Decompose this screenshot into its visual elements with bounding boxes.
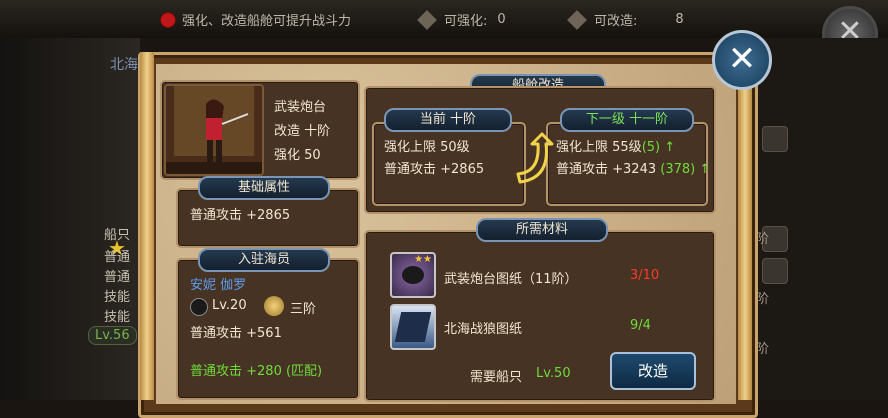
frame-pole-right xyxy=(738,52,752,400)
bg-row: 技能 xyxy=(104,290,131,305)
gear-icon xyxy=(762,126,788,152)
unit-enhance-level: 强化 50 xyxy=(274,148,321,163)
bomb-icon xyxy=(190,298,208,316)
crew-title: 入驻海员 xyxy=(198,248,330,272)
hint-tip: 强化、改造船舱可提升战斗力 xyxy=(160,10,351,29)
can-enhance-stat: 可强化: 0 xyxy=(417,9,506,30)
current-title: 当前 十阶 xyxy=(384,108,512,132)
bg-ship-name: 北海 xyxy=(110,57,138,73)
can-modify-stat: 可改造: 8 xyxy=(567,9,684,30)
materials-title: 所需材料 xyxy=(476,218,608,242)
close-button[interactable]: ✕ xyxy=(712,30,772,90)
bg-level-badge: Lv.56 xyxy=(88,326,137,345)
next-title: 下一级 十一阶 xyxy=(560,108,694,132)
alert-icon xyxy=(160,11,176,28)
can-modify-label: 可改造: xyxy=(594,14,638,29)
up-arrow-icon: ↑ xyxy=(699,162,711,177)
bg-row: 普通 xyxy=(104,250,131,265)
current-attack: 普通攻击 +2865 xyxy=(384,162,485,177)
character-image xyxy=(166,86,262,174)
background-left-panel: ★ 船只 普通 普通 技能 技能 xyxy=(0,38,140,400)
hammer-icon xyxy=(417,9,437,30)
hint-text: 强化、改造船舱可提升战斗力 xyxy=(182,14,352,29)
crew-match-attack: 普通攻击 +280 (匹配) xyxy=(190,364,323,379)
crew-rank: 三阶 xyxy=(290,302,317,317)
next-limit: 强化上限 55级 xyxy=(556,140,642,155)
base-attr-title: 基础属性 xyxy=(198,176,330,200)
base-attack: 普通攻击 +2865 xyxy=(190,208,291,223)
gem-icon xyxy=(762,258,788,284)
can-modify-value: 8 xyxy=(675,12,684,27)
rank-medal-icon xyxy=(264,296,284,316)
required-ship-level: Lv.50 xyxy=(536,366,571,381)
material-name: 武装炮台图纸（11阶） xyxy=(444,272,578,287)
frame-pole-left xyxy=(140,52,154,400)
unit-name: 武装炮台 xyxy=(274,100,327,115)
material-name: 北海战狼图纸 xyxy=(444,322,523,337)
up-arrow-icon: ↑ xyxy=(664,140,676,155)
next-attack: 普通攻击 +3243 xyxy=(556,162,657,177)
can-enhance-label: 可强化: xyxy=(444,14,488,29)
blueprint-icon xyxy=(567,9,587,30)
cannon-blueprint-icon[interactable]: ★★ xyxy=(390,252,436,298)
material-count: 9/4 xyxy=(630,318,651,333)
next-attack-delta: (378) xyxy=(660,162,696,177)
next-attack-row: 普通攻击 +3243 (378) ↑ xyxy=(556,158,710,177)
crew-level: Lv.20 xyxy=(212,298,247,313)
required-ship-label: 需要船只 xyxy=(470,370,523,385)
current-limit: 强化上限 50级 xyxy=(384,140,470,155)
background-right-panel: 阶 阶 阶 xyxy=(752,38,888,400)
material-count: 3/10 xyxy=(630,268,660,283)
next-limit-delta: (5) xyxy=(641,140,661,155)
unit-portrait xyxy=(164,84,264,176)
bg-row: 船只 xyxy=(104,228,131,243)
modify-button[interactable]: 改造 xyxy=(610,352,696,390)
bg-row: 普通 xyxy=(104,270,131,285)
bg-row: 技能 xyxy=(104,310,131,325)
wolf-ship-blueprint-icon[interactable] xyxy=(390,304,436,350)
next-limit-row: 强化上限 55级(5) ↑ xyxy=(556,136,675,155)
upgrade-arrow-icon xyxy=(516,132,554,184)
crew-attack: 普通攻击 +561 xyxy=(190,326,282,341)
crew-name: 安妮 伽罗 xyxy=(190,278,247,293)
can-enhance-value: 0 xyxy=(497,12,506,27)
unit-modify-level: 改造 十阶 xyxy=(274,124,331,139)
